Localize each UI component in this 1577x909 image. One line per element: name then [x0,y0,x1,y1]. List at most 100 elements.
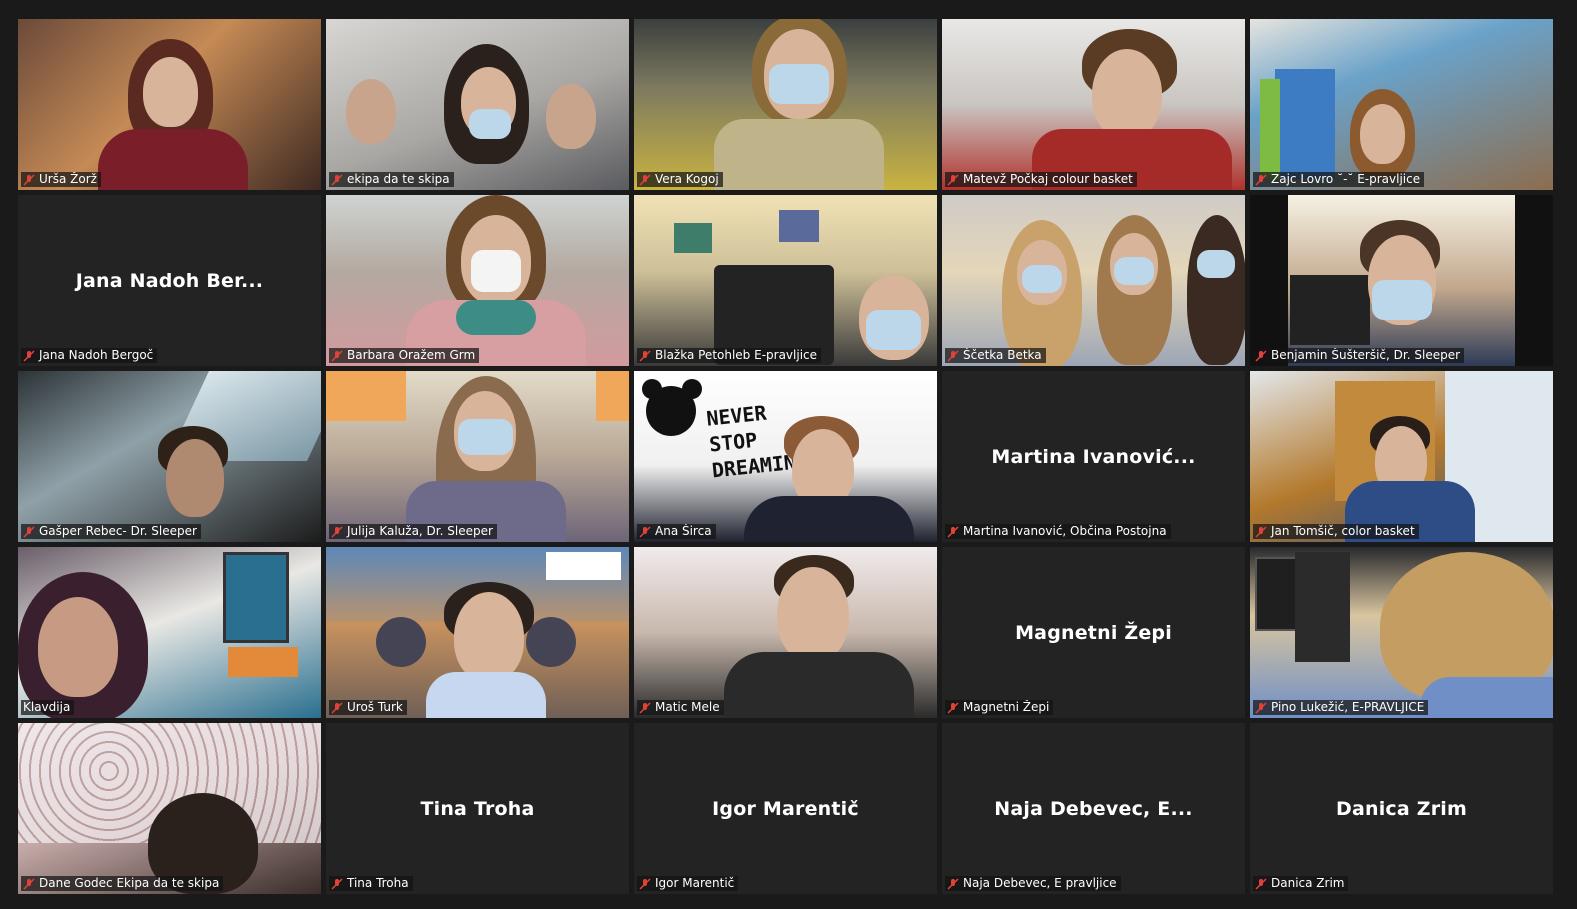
participant-tile-benjamin[interactable]: Benjamin Šušteršič, Dr. Sleeper [1250,195,1553,366]
mic-muted-icon [23,349,35,362]
mic-muted-icon [639,173,651,186]
mic-muted-icon [331,525,343,538]
participant-tile-naja[interactable]: Naja Debevec, E... Naja Debevec, E pravl… [942,723,1245,894]
participant-name-label: Naja Debevec, E pravljice [945,876,1121,891]
participant-name-label: ekipa da te skipa [329,172,454,187]
participant-video [326,19,629,190]
participant-name-label: Ščetka Betka [945,348,1046,363]
participant-name-label: Igor Marentič [637,876,739,891]
participant-video [1250,371,1553,542]
mic-muted-icon [639,877,651,890]
participant-name-label: Matevž Počkaj colour basket [945,172,1137,187]
participant-tile-danica[interactable]: Danica Zrim Danica Zrim [1250,723,1553,894]
participant-tile-uros[interactable]: Uroš Turk [326,547,629,718]
participant-tile-scetka[interactable]: Ščetka Betka [942,195,1245,366]
participant-name-display: Danica Zrim [1336,797,1467,820]
mic-muted-icon [331,349,343,362]
participant-tile-julija[interactable]: Julija Kaluža, Dr. Sleeper [326,371,629,542]
participant-name-display: Tina Troha [420,797,535,820]
participant-name-label: Martina Ivanović, Občina Postojna [945,524,1171,539]
participant-name-label: Urša Žorž [21,172,101,187]
participant-tile-matic[interactable]: Matic Mele [634,547,937,718]
participant-name-display: Jana Nadoh Ber... [75,269,264,292]
mic-muted-icon [1255,701,1267,714]
mic-muted-icon [23,173,35,186]
mic-muted-icon [947,173,959,186]
participant-name-label: Matic Mele [637,700,724,715]
participant-video [18,19,321,190]
participant-name-label: Gašper Rebec- Dr. Sleeper [21,524,201,539]
participant-video [942,19,1245,190]
mic-muted-icon [947,349,959,362]
mic-muted-icon [23,877,35,890]
participant-video [326,195,629,366]
participant-tile-igor[interactable]: Igor Marentič Igor Marentič [634,723,937,894]
participant-name-label: Zajc Lovro ˘-˘ E-pravljice [1253,172,1425,187]
mic-muted-icon [331,173,343,186]
participant-tile-zajc[interactable]: Zajc Lovro ˘-˘ E-pravljice [1250,19,1553,190]
mic-muted-icon [1255,349,1267,362]
mic-muted-icon [947,877,959,890]
participant-name-display: Martina Ivanović... [991,445,1196,468]
participant-tile-urs[interactable]: Urša Žorž [18,19,321,190]
participant-tile-klavdija[interactable]: Klavdija [18,547,321,718]
participant-tile-ana[interactable]: NEVER STOP DREAMIN Ana Širca [634,371,937,542]
participant-tile-tina[interactable]: Tina Troha Tina Troha [326,723,629,894]
participant-video: NEVER STOP DREAMIN [634,371,937,542]
mic-muted-icon [331,701,343,714]
participant-name-label: Magnetni Žepi [945,700,1054,715]
participant-video [1250,195,1553,366]
participant-tile-vera[interactable]: Vera Kogoj [634,19,937,190]
participant-name-label: Pino Lukežić, E-PRAVLJICE [1253,700,1429,715]
mic-muted-icon [1255,877,1267,890]
participant-name-label: Tina Troha [329,876,413,891]
mic-muted-icon [23,525,35,538]
mic-muted-icon [1255,525,1267,538]
participant-video [1250,19,1553,190]
mic-muted-icon [639,525,651,538]
participant-name-label: Ana Širca [637,524,716,539]
participant-name-label: Julija Kaluža, Dr. Sleeper [329,524,497,539]
participant-name-label: Dane Godec Ekipa da te skipa [21,876,224,891]
participant-video [634,195,937,366]
participant-video [326,547,629,718]
participant-tile-barbara[interactable]: Barbara Oražem Grm [326,195,629,366]
participant-name-label: Jan Tomšič, color basket [1253,524,1419,539]
participant-name-label: Klavdija [21,700,75,715]
participant-name-label: Benjamin Šušteršič, Dr. Sleeper [1253,348,1465,363]
mic-muted-icon [639,701,651,714]
participant-tile-blazka[interactable]: Blažka Petohleb E-pravljice [634,195,937,366]
participant-name-label: Danica Zrim [1253,876,1349,891]
participant-tile-pino[interactable]: Pino Lukežić, E-PRAVLJICE [1250,547,1553,718]
participant-name-display: Magnetni Žepi [1015,621,1172,644]
mic-muted-icon [331,877,343,890]
participant-name-label: Blažka Petohleb E-pravljice [637,348,822,363]
participant-tile-martina[interactable]: Martina Ivanović... Martina Ivanović, Ob… [942,371,1245,542]
participant-tile-dane[interactable]: Dane Godec Ekipa da te skipa [18,723,321,894]
participant-video [18,547,321,718]
participant-video [326,371,629,542]
participant-tile-gasper[interactable]: Gašper Rebec- Dr. Sleeper [18,371,321,542]
participant-tile-magnetni[interactable]: Magnetni Žepi Magnetni Žepi [942,547,1245,718]
participant-tile-jan[interactable]: Jan Tomšič, color basket [1250,371,1553,542]
participant-tile-matevz[interactable]: Matevž Počkaj colour basket [942,19,1245,190]
participant-video [1250,547,1553,718]
participant-name-label: Barbara Oražem Grm [329,348,480,363]
participant-video [18,371,321,542]
mic-muted-icon [947,701,959,714]
participant-tile-jana[interactable]: Jana Nadoh Ber... Jana Nadoh Bergoč [18,195,321,366]
participant-name-display: Naja Debevec, E... [994,797,1193,820]
mic-muted-icon [947,525,959,538]
mic-muted-icon [1255,173,1267,186]
participant-name-label: Jana Nadoh Bergoč [21,348,158,363]
gallery-grid: Urša Žorž ekipa da te skipa Vera Kogoj M… [18,19,1555,896]
participant-video [18,723,321,894]
participant-name-label: Vera Kogoj [637,172,723,187]
participant-name-display: Igor Marentič [712,797,859,820]
participant-tile-ekipa[interactable]: ekipa da te skipa [326,19,629,190]
participant-video [634,547,937,718]
participant-video [634,19,937,190]
mic-muted-icon [639,349,651,362]
participant-name-label: Uroš Turk [329,700,407,715]
participant-video [942,195,1245,366]
